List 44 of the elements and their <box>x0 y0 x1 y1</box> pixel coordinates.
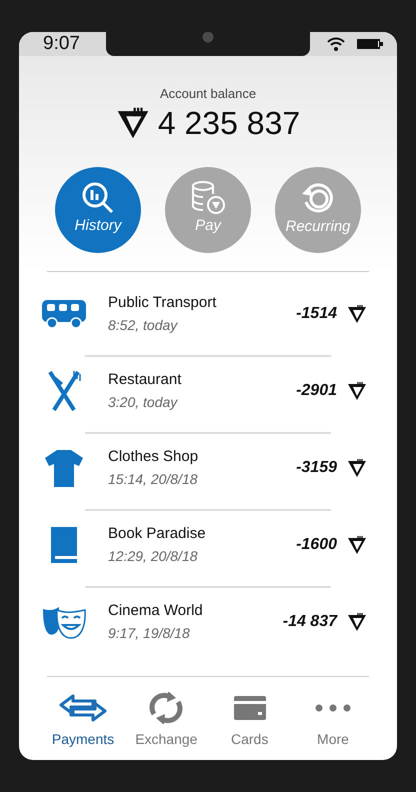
bus-icon <box>41 299 87 329</box>
transaction-name: Restaurant <box>108 370 182 390</box>
currency-icon <box>347 380 367 401</box>
transaction-amount: -2901 <box>296 381 337 401</box>
transaction-time: 8:52, today <box>108 316 179 335</box>
nav-tab[interactable]: Payments <box>47 691 119 750</box>
search-icon <box>81 181 115 216</box>
currency-icon <box>116 106 150 140</box>
wifi-icon <box>326 37 344 51</box>
transaction-time: 9:17, 19/8/18 <box>108 624 191 643</box>
transaction-amount: -3159 <box>296 458 337 478</box>
t-shirt-icon <box>44 449 84 487</box>
theater-masks-icon <box>42 605 86 639</box>
nav-tab[interactable]: Exchange <box>130 691 202 750</box>
camera-icon <box>202 32 214 43</box>
transaction-amount: -1514 <box>296 304 337 324</box>
transaction-time: 3:20, today <box>108 392 179 412</box>
status-time: 9:07 <box>42 32 81 56</box>
arrows-icon <box>59 694 107 722</box>
card-icon <box>232 695 267 721</box>
currency-icon <box>347 458 367 478</box>
action-button[interactable]: History <box>55 166 141 252</box>
balance-amount: 4 235 837 <box>158 104 300 142</box>
more-icon <box>314 704 351 712</box>
transaction-name: Book Paradise <box>108 524 207 544</box>
transaction-name: Public Transport <box>108 293 218 314</box>
fork-knife-icon <box>46 370 82 412</box>
balance-label: Account balance <box>158 85 258 103</box>
currency-icon <box>347 612 367 632</box>
coins-icon <box>190 181 226 216</box>
transaction-amount: -14 837 <box>282 612 337 632</box>
transaction-name: Clothes Shop <box>108 447 200 468</box>
book-icon <box>50 526 78 564</box>
transaction-time: 15:14, 20/8/18 <box>108 470 199 489</box>
battery-icon <box>356 38 382 50</box>
transaction-name: Cinema World <box>108 601 204 622</box>
nav-tab[interactable]: Cards <box>214 691 286 750</box>
nav-tab[interactable]: More <box>296 691 369 750</box>
currency-icon <box>347 534 367 555</box>
action-button[interactable]: Recurring <box>275 166 361 252</box>
action-button[interactable]: Pay <box>165 166 251 252</box>
currency-icon <box>347 304 367 324</box>
transaction-time: 12:29, 20/8/18 <box>108 546 199 566</box>
transaction-amount: -1600 <box>296 535 337 555</box>
